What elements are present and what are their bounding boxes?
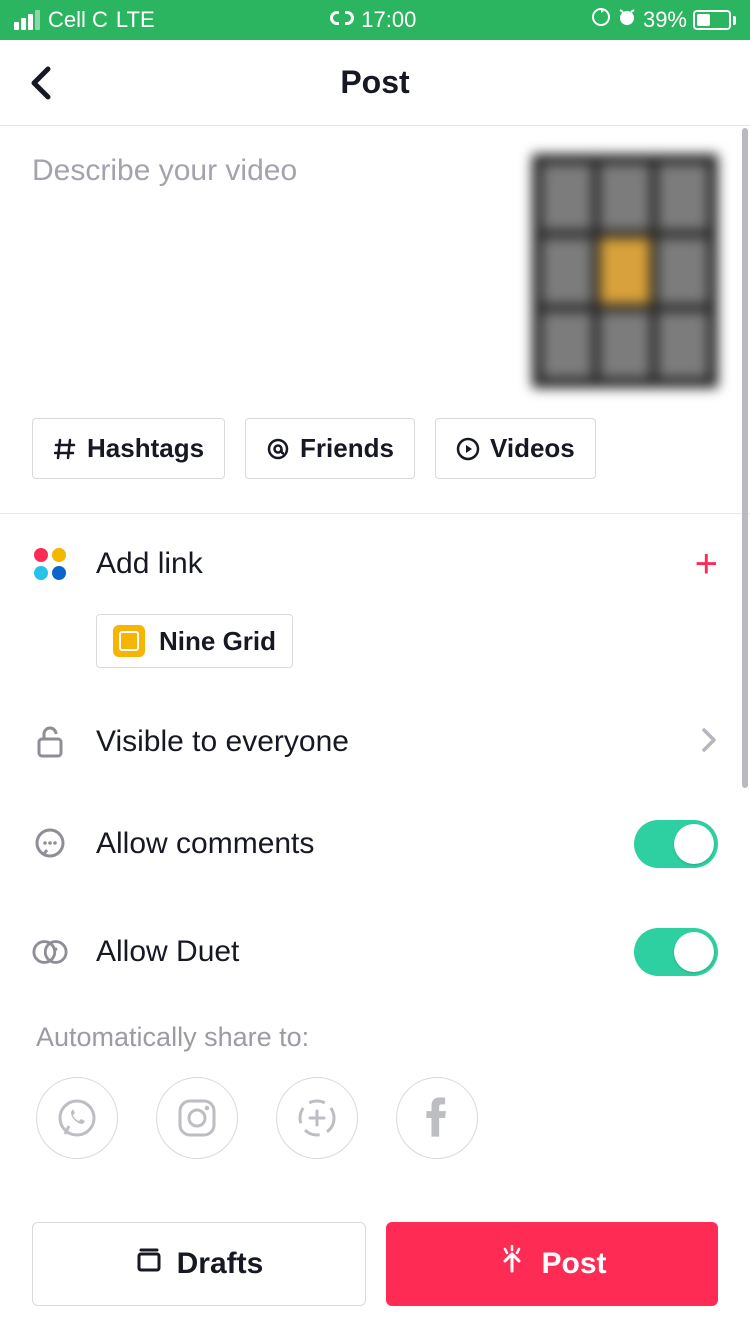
status-bar: Cell C LTE 17:00 39% [0,0,750,40]
video-thumbnail[interactable] [532,154,718,388]
drafts-label: Drafts [177,1247,264,1281]
nine-grid-icon [113,625,145,657]
link-attachment-chip[interactable]: Nine Grid [96,614,293,668]
plus-icon[interactable]: + [695,544,718,584]
chevron-right-icon [700,726,718,759]
visibility-row[interactable]: Visible to everyone [0,694,750,790]
comments-toggle[interactable] [634,820,718,868]
lock-icon [32,724,68,760]
caption-input[interactable] [32,154,508,388]
friends-chip[interactable]: Friends [245,418,415,479]
friends-label: Friends [300,433,394,464]
share-facebook[interactable] [396,1077,478,1159]
share-label: Automatically share to: [36,1022,714,1053]
compose-chips: Hashtags Friends Videos [0,388,750,513]
add-link-row[interactable]: Add link + [0,514,750,614]
instagram-icon [174,1095,220,1141]
add-link-icon [32,546,68,582]
visibility-label: Visible to everyone [96,725,672,759]
scrollbar[interactable] [742,128,748,788]
add-link-label: Add link [96,547,667,581]
duet-row: Allow Duet [0,898,750,1006]
nav-bar: Post [0,40,750,126]
share-whatsapp[interactable] [36,1077,118,1159]
orientation-lock-icon [591,7,611,33]
battery-text: 39% [643,7,687,33]
duet-toggle[interactable] [634,928,718,976]
status-icon [294,1095,340,1141]
post-icon [497,1245,527,1283]
compose-area [0,126,750,388]
signal-icon [14,10,40,30]
post-label: Post [541,1247,606,1281]
duet-icon [32,934,68,970]
post-button[interactable]: Post [386,1222,718,1306]
hashtags-chip[interactable]: Hashtags [32,418,225,479]
drafts-button[interactable]: Drafts [32,1222,366,1306]
alarm-icon [617,7,637,33]
videos-label: Videos [490,433,575,464]
comments-row: Allow comments [0,790,750,898]
battery-icon [693,10,736,30]
videos-chip[interactable]: Videos [435,418,596,479]
whatsapp-icon [55,1096,99,1140]
comment-icon [32,826,68,862]
share-status[interactable] [276,1077,358,1159]
drafts-icon [135,1246,163,1282]
page-title: Post [0,64,750,101]
time-text: 17:00 [361,7,416,33]
carrier-text: Cell C [48,7,108,33]
hashtags-label: Hashtags [87,433,204,464]
duet-label: Allow Duet [96,935,606,969]
bottom-bar: Drafts Post [0,1194,750,1334]
facebook-icon [423,1095,451,1141]
back-button[interactable] [24,65,60,101]
link-icon [329,7,355,33]
network-text: LTE [116,7,155,33]
comments-label: Allow comments [96,827,606,861]
share-instagram[interactable] [156,1077,238,1159]
share-section: Automatically share to: [0,1006,750,1159]
mention-icon [266,437,290,461]
play-icon [456,437,480,461]
link-attachment-label: Nine Grid [159,626,276,657]
hashtag-icon [53,437,77,461]
